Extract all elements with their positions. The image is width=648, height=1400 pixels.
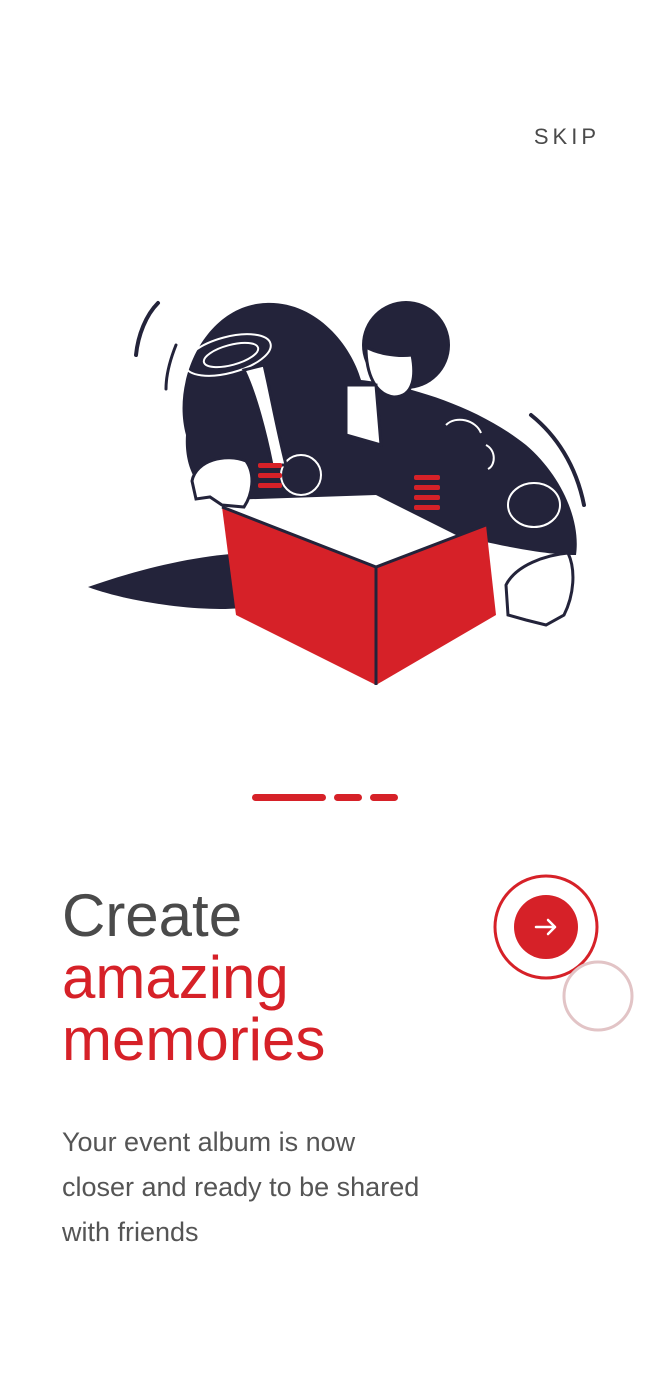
person-neck — [344, 383, 383, 448]
next-button[interactable] — [514, 895, 578, 959]
box-front-left — [222, 507, 376, 685]
page-indicator — [252, 794, 398, 802]
description-text: Your event album is now closer and ready… — [62, 1127, 420, 1247]
page-dot-active[interactable] — [252, 794, 326, 801]
title-line-1: Create — [62, 882, 243, 949]
record-groove — [350, 508, 412, 562]
skip-button[interactable]: SKIP — [534, 124, 600, 150]
page-title: Create amazing memories — [62, 885, 325, 1071]
page-dot[interactable] — [370, 794, 398, 801]
next-button-container — [490, 866, 640, 1036]
box-front-right — [376, 525, 496, 685]
motion-line-left — [134, 301, 160, 357]
motion-line-left-2 — [164, 343, 178, 391]
person-hand-right — [504, 551, 575, 627]
person-hand-left — [190, 456, 254, 509]
title-line-3: memories — [62, 1006, 326, 1073]
arrow-right-icon — [534, 918, 557, 936]
title-line-2: amazing — [62, 944, 289, 1011]
onboarding-illustration — [88, 301, 586, 685]
page-dot[interactable] — [334, 794, 362, 801]
